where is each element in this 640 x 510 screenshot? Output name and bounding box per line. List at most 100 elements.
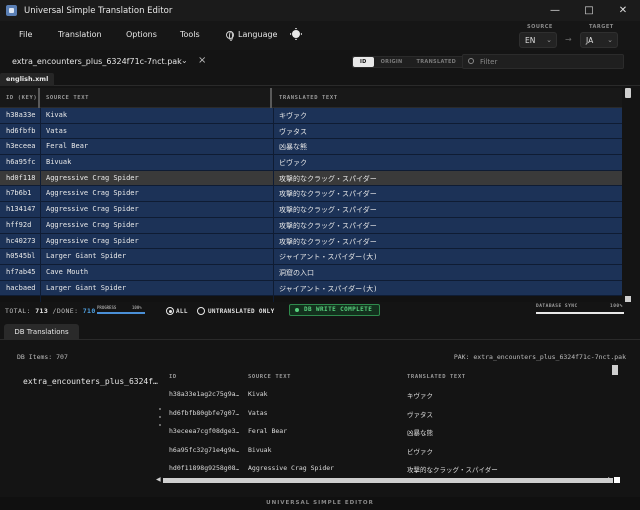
- filter-all-label[interactable]: ALL: [176, 308, 188, 315]
- source-language-select[interactable]: EN ⌄: [519, 32, 557, 48]
- db-table-row[interactable]: h38a33e1ag2c75g9a… Kivak キヴァク: [162, 385, 612, 404]
- source-language-caption: SOURCE: [527, 24, 553, 30]
- view-mode-translated[interactable]: TRANSLATED: [410, 57, 464, 67]
- row-id: hff92d: [6, 220, 32, 229]
- db-horizontal-scrollbar[interactable]: [163, 478, 613, 483]
- table-row[interactable]: h0545bl Larger Giant Spider ジャイアント・スパイダー(大…: [0, 249, 622, 265]
- splitter-handle[interactable]: [158, 402, 162, 432]
- scroll-down-icon[interactable]: [625, 296, 631, 302]
- row-translated-text[interactable]: ビヴァク: [279, 158, 609, 168]
- file-selector[interactable]: extra_encounters_plus_6324f71c-7nct.pak: [12, 57, 182, 66]
- menu-tools[interactable]: Tools: [180, 30, 200, 39]
- table-row[interactable]: h134147 Aggressive Crag Spider 攻撃的なクラッグ・スパ…: [0, 202, 622, 218]
- table-row[interactable]: hf7ab45 Cave Mouth 洞窟の入口: [0, 264, 622, 281]
- grid-scrollbar[interactable]: [625, 88, 631, 302]
- row-translated-text[interactable]: 洞窟の入口: [279, 268, 609, 278]
- header-source[interactable]: SOURCE TEXT: [46, 95, 89, 101]
- scrollbar-thumb[interactable]: [612, 365, 618, 375]
- row-source-text: Kivak: [46, 111, 68, 119]
- db-header-source[interactable]: SOURCE TEXT: [248, 374, 291, 380]
- target-language-select[interactable]: JA ⌄: [580, 32, 618, 48]
- table-row[interactable]: hff92d Aggressive Crag Spider 攻撃的なクラッグ・スパイ…: [0, 217, 622, 234]
- db-table-row[interactable]: h3eceea7cgf08dge3… Feral Bear 凶暴な熊: [162, 422, 612, 441]
- db-header-translated[interactable]: TRANSLATED TEXT: [407, 374, 466, 380]
- db-table: ID SOURCE TEXT TRANSLATED TEXT h38a33e1a…: [162, 365, 612, 487]
- filter-input[interactable]: Filter: [462, 54, 624, 69]
- header-translated[interactable]: TRANSLATED TEXT: [279, 95, 338, 101]
- db-table-row[interactable]: h6a95fc32g71e4g9e… Bivuak ビヴァク: [162, 441, 612, 460]
- done-value: 710: [82, 307, 96, 315]
- table-row[interactable]: h7b6b1 Aggressive Crag Spider 攻撃的なクラッグ・スパイ…: [0, 186, 622, 203]
- row-translated-text[interactable]: ヴァタス: [279, 127, 609, 137]
- translation-grid: ID (KEY) SOURCE TEXT TRANSLATED TEXT h38…: [0, 88, 622, 302]
- db-table-row[interactable]: hd0f11898g9258g08… Aggressive Crag Spider…: [162, 459, 612, 478]
- globe-icon: [226, 30, 234, 41]
- view-mode-origin[interactable]: ORIGIN: [374, 57, 410, 67]
- search-icon: [468, 58, 474, 64]
- filter-untranslated-radio[interactable]: [197, 307, 205, 315]
- menu-options[interactable]: Options: [126, 30, 157, 39]
- db-scrollbar[interactable]: [612, 365, 618, 475]
- row-translated-text[interactable]: 攻撃的なクラッグ・スパイダー: [279, 205, 609, 215]
- db-row-translated-text: ヴァタス: [407, 410, 433, 419]
- grid-header: ID (KEY) SOURCE TEXT TRANSLATED TEXT: [0, 88, 622, 108]
- row-translated-text[interactable]: ジャイアント・スパイダー(大): [279, 252, 609, 262]
- table-row[interactable]: h6a95fc Bivuak ビヴァク: [0, 155, 622, 171]
- close-file-icon[interactable]: ×: [198, 55, 206, 66]
- column-resizer[interactable]: [270, 88, 272, 108]
- row-source-text: Aggressive Crag Spider: [46, 173, 139, 182]
- row-translated-text[interactable]: 攻撃的なクラッグ・スパイダー: [279, 174, 609, 184]
- row-translated-text[interactable]: キヴァク: [279, 111, 609, 121]
- row-translated-text[interactable]: 攻撃的なクラッグ・スパイダー: [279, 221, 609, 231]
- row-translated-text[interactable]: 凶暴な熊: [279, 142, 609, 152]
- db-table-row[interactable]: hd6fbfb80gbfe7g07… Vatas ヴァタス: [162, 404, 612, 423]
- maximize-icon[interactable]: □: [572, 0, 606, 21]
- row-translated-text[interactable]: 攻撃的なクラッグ・スパイダー: [279, 189, 609, 199]
- filter-untranslated-label[interactable]: UNTRANSLATED ONLY: [208, 308, 275, 315]
- scroll-right-icon[interactable]: ▶: [608, 476, 613, 483]
- scrollbar-thumb[interactable]: [625, 88, 631, 98]
- menu-file[interactable]: File: [19, 30, 32, 39]
- tab-english-xml[interactable]: english.xml: [0, 73, 55, 86]
- progress-value: 100%: [132, 305, 142, 310]
- chevron-down-icon: ⌄: [607, 36, 613, 44]
- filter-all-radio[interactable]: [166, 307, 174, 315]
- column-resizer[interactable]: [38, 88, 40, 108]
- row-source-text: Aggressive Crag Spider: [46, 220, 139, 229]
- row-translated-text[interactable]: ジャイアント・スパイダー(大): [279, 284, 609, 294]
- view-mode-id[interactable]: ID: [353, 57, 374, 67]
- theme-toggle-icon[interactable]: [292, 30, 300, 38]
- title-bar: Universal Simple Translation Editor — □ …: [0, 0, 640, 21]
- db-row-id: h38a33e1ag2c75g9a…: [169, 390, 239, 398]
- header-id[interactable]: ID (KEY): [6, 95, 37, 101]
- table-row[interactable]: hacbaed Larger Giant Spider ジャイアント・スパイダー(大…: [0, 280, 622, 297]
- close-icon[interactable]: ✕: [606, 0, 640, 21]
- tab-db-translations[interactable]: DB Translations: [4, 324, 79, 340]
- row-id: hd6fbfb: [6, 126, 36, 135]
- menu-language[interactable]: Language: [226, 30, 277, 41]
- db-pak-list-item[interactable]: extra_encounters_plus_6324f…: [23, 377, 158, 386]
- chevron-down-icon[interactable]: ⌄: [181, 56, 188, 65]
- table-row[interactable]: hd0f118 Aggressive Crag Spider 攻撃的なクラッグ・スパ…: [0, 170, 622, 187]
- grid-rows: h38a33e Kivak キヴァク hd6fbfb Vatas ヴァタス h3eceea F…: [0, 108, 622, 297]
- progress-bar: [97, 312, 145, 314]
- db-row-source-text: Bivuak: [248, 445, 272, 454]
- db-row-translated-text: キヴァク: [407, 392, 433, 400]
- db-header-id[interactable]: ID: [169, 374, 177, 380]
- sync-value: 100%: [610, 304, 623, 309]
- target-language-value: JA: [586, 35, 594, 45]
- db-row-translated-text: 攻撃的なクラッグ・スパイダー: [407, 466, 498, 474]
- table-row[interactable]: hc40273 Aggressive Crag Spider 攻撃的なクラッグ・スパ…: [0, 233, 622, 250]
- table-row[interactable]: h3eceea Feral Bear 凶暴な熊: [0, 139, 622, 156]
- file-tabs: english.xml: [0, 73, 640, 86]
- row-id: h134147: [6, 205, 36, 214]
- row-source-text: Larger Giant Spider: [46, 252, 127, 261]
- scroll-left-icon[interactable]: ◀: [156, 476, 161, 483]
- table-row[interactable]: h38a33e Kivak キヴァク: [0, 108, 622, 124]
- table-row[interactable]: hd6fbfb Vatas ヴァタス: [0, 123, 622, 140]
- row-translated-text[interactable]: 攻撃的なクラッグ・スパイダー: [279, 237, 609, 247]
- menu-translation[interactable]: Translation: [58, 30, 102, 39]
- sync-bar: [536, 312, 624, 314]
- source-language-value: EN: [525, 35, 536, 45]
- minimize-icon[interactable]: —: [538, 0, 572, 21]
